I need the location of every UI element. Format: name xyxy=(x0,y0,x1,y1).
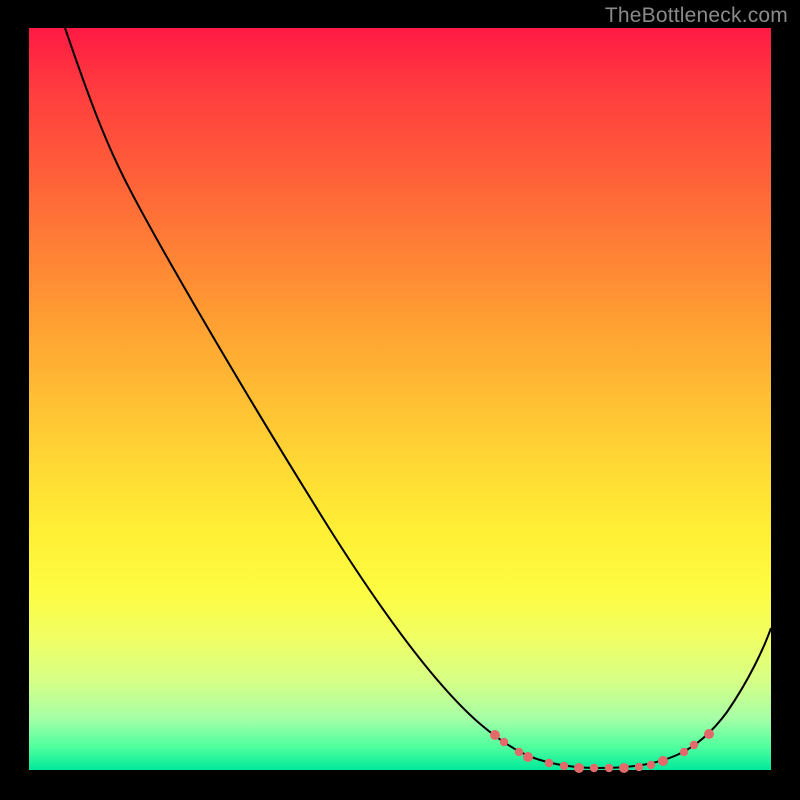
data-point xyxy=(647,761,655,769)
data-point xyxy=(605,764,613,772)
data-point xyxy=(490,730,500,740)
curve-layer xyxy=(65,28,771,768)
data-point xyxy=(704,729,714,739)
data-point xyxy=(690,741,698,749)
bottleneck-curve xyxy=(65,28,771,768)
data-point xyxy=(560,762,568,770)
data-point xyxy=(515,748,523,756)
data-point xyxy=(680,748,688,756)
chart-svg xyxy=(29,28,771,770)
data-point xyxy=(574,763,584,773)
data-point xyxy=(523,752,533,762)
watermark-text: TheBottleneck.com xyxy=(605,4,788,28)
data-point xyxy=(500,738,508,746)
data-point xyxy=(545,759,553,767)
data-point xyxy=(635,763,643,771)
data-point xyxy=(619,763,629,773)
data-point xyxy=(658,756,668,766)
dots-layer xyxy=(490,729,714,773)
data-point xyxy=(590,764,598,772)
